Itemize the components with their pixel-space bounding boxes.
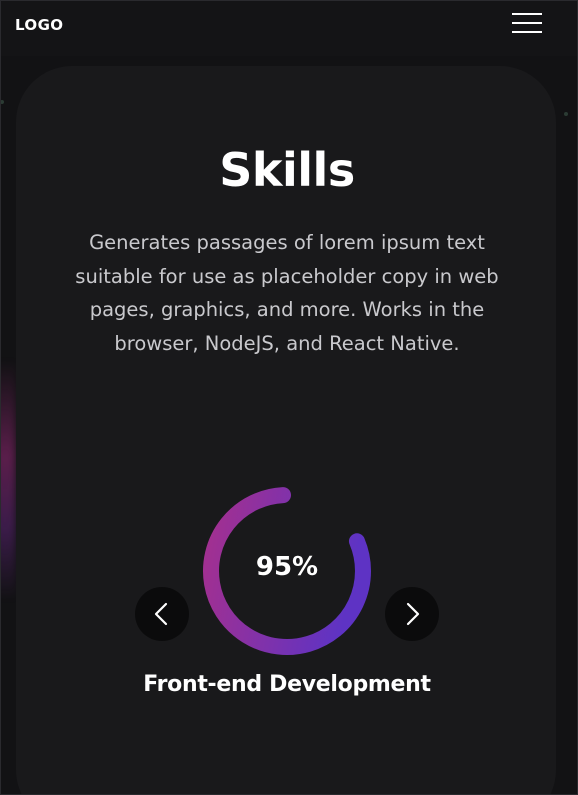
page: LOGO Skills Generates passages of lorem …: [0, 0, 578, 795]
decor-dot: [0, 100, 4, 104]
decor-dot: [564, 112, 568, 116]
section-title: Skills: [219, 143, 355, 197]
chevron-right-icon: [406, 602, 420, 626]
menu-line: [512, 22, 542, 24]
chevron-left-icon: [154, 602, 168, 626]
skill-name: Front-end Development: [143, 672, 431, 697]
logo[interactable]: LOGO: [15, 16, 63, 34]
side-glow-decoration: [0, 360, 16, 600]
menu-line: [512, 13, 542, 15]
navbar: LOGO: [0, 0, 578, 56]
next-skill-button[interactable]: [385, 587, 439, 641]
menu-line: [512, 31, 542, 33]
prev-skill-button[interactable]: [135, 587, 189, 641]
skill-percent: 95%: [255, 552, 319, 582]
hamburger-menu-icon[interactable]: [510, 12, 544, 36]
section-description: Generates passages of lorem ipsum text s…: [75, 231, 499, 355]
